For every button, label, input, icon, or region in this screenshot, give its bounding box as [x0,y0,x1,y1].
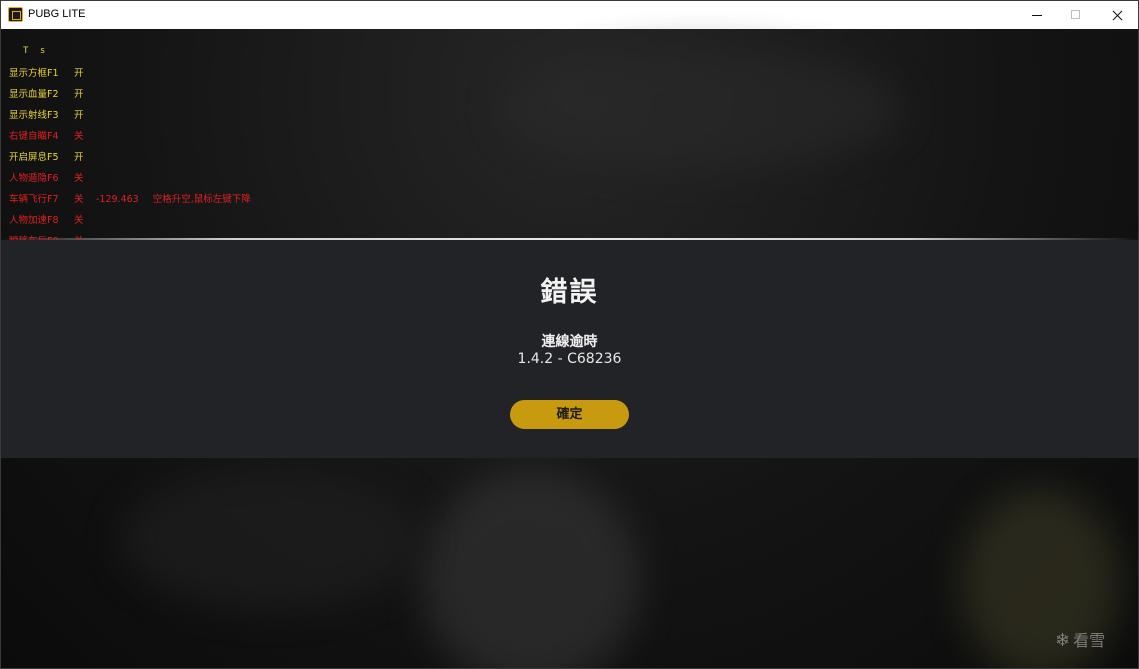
cheat-value: -129.463 [96,194,139,205]
maximize-icon [1071,10,1080,19]
cheat-state: 开 [74,152,84,163]
game-viewport: T s 显示方框F1 开显示血量F2 开显示射线F3 开右键自瞄F4 关开启屏息F5 开人… [1,29,1138,668]
watermark-text: 看雪 [1073,631,1106,650]
dialog-message: 連線逾時 [541,334,598,350]
minimize-button[interactable] [1017,1,1059,29]
cheat-label: 右键自瞄F4 [9,131,59,142]
cheat-state: 关 [74,215,84,226]
ok-button[interactable]: 確定 [510,400,629,429]
cheat-row: 右键自瞄F4 关 [9,130,251,151]
cheat-note: 空格升空,鼠标左键下降 [152,194,251,205]
background-haze [501,49,901,169]
cheat-label: 人物加速F8 [9,215,59,226]
cheat-label: 开启屏息F5 [9,152,59,163]
overlay-header: T s [23,46,49,56]
close-button[interactable] [1096,1,1138,29]
cheat-state: 关 [74,173,84,184]
error-dialog: 錯誤 連線逾時 1.4.2 - C68236 確定 [1,240,1138,458]
title-bar[interactable]: PUBG LITE [1,1,1138,29]
watermark: ❄ 看雪 [1055,627,1105,651]
cheat-label: 人物遁隐F6 [9,173,59,184]
cheat-label: 显示血量F2 [9,89,59,100]
pubg-app-icon [8,7,23,22]
background-shadow [121,469,421,609]
cheat-row: 车辆飞行F7 关 -129.463 空格升空,鼠标左键下降 [9,193,251,214]
cheat-row: 显示射线F3 开 [9,109,251,130]
window-title: PUBG LITE [28,8,86,20]
cheat-state: 关 [74,194,84,205]
cheat-state: 开 [74,89,84,100]
cheat-row: 显示方框F1 开 [9,67,251,88]
dialog-title: 錯誤 [540,277,599,308]
cheat-label: 显示射线F3 [9,110,59,121]
dialog-version: 1.4.2 - C68236 [517,351,622,367]
minimize-icon [1032,15,1042,16]
cheat-row: 开启屏息F5 开 [9,151,251,172]
cheat-state: 开 [74,110,84,121]
cheat-state: 开 [74,68,84,79]
cheat-row: 人物遁隐F6 关 [9,172,251,193]
cheat-state: 关 [74,131,84,142]
game-window: PUBG LITE T s 显示方框F1 开显示血量F2 开显示射线F3 开右键自瞄F… [0,0,1139,669]
cheat-row: 人物加速F8 关 [9,214,251,235]
cheat-row: 显示血量F2 开 [9,88,251,109]
snowflake-icon: ❄ [1055,630,1071,651]
cheat-label: 车辆飞行F7 [9,194,59,205]
maximize-button[interactable] [1055,1,1097,29]
cheat-label: 显示方框F1 [9,68,59,79]
background-figure [421,469,641,668]
